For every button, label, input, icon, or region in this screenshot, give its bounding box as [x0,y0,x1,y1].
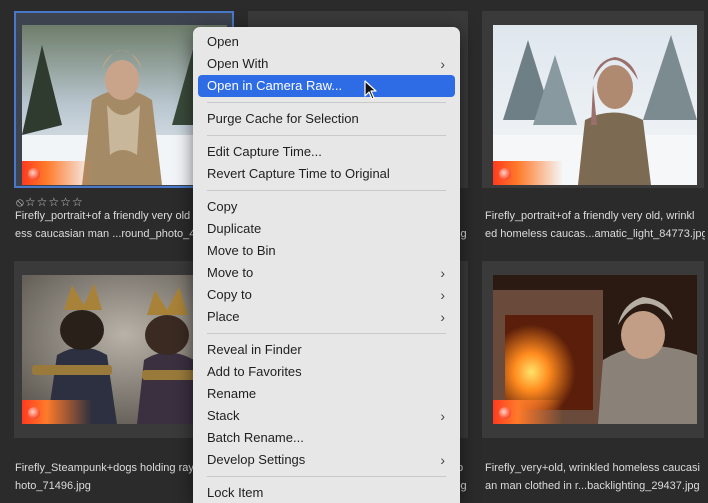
menu-item-move-to[interactable]: Move to › [198,262,455,284]
menu-item-reveal-in-finder[interactable]: Reveal in Finder [198,339,455,361]
chevron-right-icon: › [440,287,445,303]
badge-gradient [493,161,563,185]
chevron-right-icon: › [440,309,445,325]
thumbnail-caption-line1: Firefly_Steampunk+dogs holding ray [15,462,194,474]
thumbnail-image[interactable] [493,25,697,185]
content-credentials-icon [499,168,511,180]
thumbnail-caption-line1: Firefly_very+old, wrinkled homeless cauc… [485,462,700,474]
chevron-right-icon: › [440,452,445,468]
menu-item-label: Reveal in Finder [207,342,302,357]
menu-item-label: Develop Settings [207,452,306,467]
menu-item-move-to-bin[interactable]: Move to Bin [198,240,455,262]
menu-item-place[interactable]: Place › [198,306,455,328]
menu-item-duplicate[interactable]: Duplicate [198,218,455,240]
badge-gradient [22,400,92,424]
menu-item-revert-capture-time-to-original[interactable]: Revert Capture Time to Original [198,163,455,185]
menu-item-label: Copy [207,199,238,214]
thumbnail-caption-line2: hoto_71496.jpg [15,480,91,492]
badge-gradient [493,400,563,424]
menu-separator [207,333,446,334]
content-credentials-icon [28,407,40,419]
menu-item-label: Edit Capture Time... [207,144,322,159]
menu-item-label: Stack [207,408,240,423]
menu-item-open-in-camera-raw[interactable]: Open in Camera Raw... [198,75,455,97]
menu-item-label: Add to Favorites [207,364,302,379]
menu-item-label: Open [207,34,239,49]
menu-item-purge-cache-for-selection[interactable]: Purge Cache for Selection [198,108,455,130]
menu-item-edit-capture-time[interactable]: Edit Capture Time... [198,141,455,163]
menu-item-label: Copy to [207,287,252,302]
content-credentials-icon [499,407,511,419]
menu-item-label: Move to [207,265,254,280]
menu-item-add-to-favorites[interactable]: Add to Favorites [198,361,455,383]
chevron-right-icon: › [440,265,445,281]
menu-item-label: Purge Cache for Selection [207,111,359,126]
menu-item-label: Move to Bin [207,243,276,258]
menu-item-copy[interactable]: Copy [198,196,455,218]
badge-gradient [22,161,92,185]
content-credentials-icon [28,168,40,180]
menu-item-lock-item[interactable]: Lock Item [198,482,455,503]
thumbnail-image[interactable] [493,275,697,424]
menu-item-open-with[interactable]: Open With › [198,53,455,75]
menu-item-label: Open in Camera Raw... [207,78,343,93]
context-menu: Open Open With › Open in Camera Raw... Purge… [193,27,460,503]
menu-item-label: Lock Item [207,485,264,500]
menu-separator [207,102,446,103]
menu-separator [207,476,446,477]
thumbnail-cell[interactable] [482,261,704,438]
menu-item-copy-to[interactable]: Copy to › [198,284,455,306]
chevron-right-icon: › [440,56,445,72]
menu-item-batch-rename[interactable]: Batch Rename... [198,427,455,449]
thumbnail-cell[interactable] [482,11,704,188]
menu-item-label: Rename [207,386,257,401]
thumbnail-caption-line2: an man clothed in r...backlighting_29437… [485,480,700,492]
thumbnail-caption-line1: Firefly_portrait+of a friendly very old [15,210,191,222]
menu-item-open[interactable]: Open [198,31,455,53]
menu-item-label: Revert Capture Time to Original [207,166,390,181]
menu-item-develop-settings[interactable]: Develop Settings › [198,449,455,471]
mouse-cursor-icon [364,80,377,100]
chevron-right-icon: › [440,408,445,424]
thumbnail-caption-line1: Firefly_portrait+of a friendly very old,… [485,210,695,222]
menu-separator [207,190,446,191]
menu-item-stack[interactable]: Stack › [198,405,455,427]
menu-item-label: Batch Rename... [207,430,304,445]
menu-item-label: Open With [207,56,269,71]
menu-separator [207,135,446,136]
menu-item-label: Place [207,309,240,324]
menu-item-rename[interactable]: Rename [198,383,455,405]
thumbnail-caption-line2: ed homeless caucas...amatic_light_84773.… [485,228,705,240]
menu-item-label: Duplicate [207,221,262,236]
thumbnail-caption-line2: ess caucasian man ...round_photo_41 [15,228,195,240]
